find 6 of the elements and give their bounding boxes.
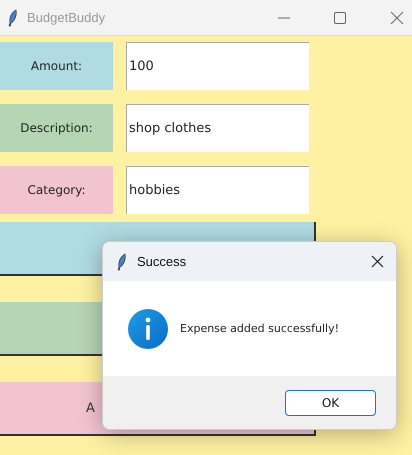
window-title: BudgetBuddy bbox=[27, 10, 106, 25]
dialog-title: Success bbox=[137, 254, 186, 269]
field-label: Category: bbox=[0, 166, 113, 214]
dialog-message: Expense added successfully! bbox=[180, 322, 340, 335]
field-label: Description: bbox=[0, 104, 113, 152]
field-label: Amount: bbox=[0, 42, 113, 90]
